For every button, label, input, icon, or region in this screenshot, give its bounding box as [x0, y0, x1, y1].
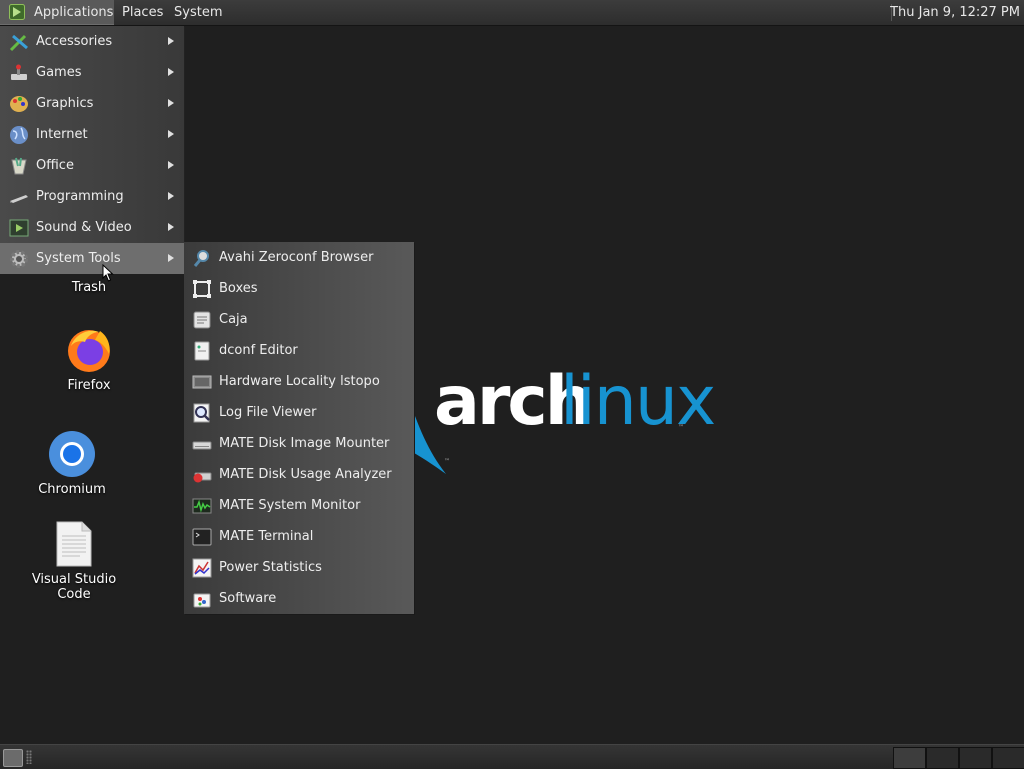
submenu-item-label: Boxes	[219, 281, 258, 296]
office-icon	[11, 157, 27, 175]
submenu-item-label: Hardware Locality lstopo	[219, 374, 380, 389]
mate-logo-icon	[9, 4, 25, 20]
places-menu-button[interactable]: Places	[122, 0, 163, 25]
applications-menu-button[interactable]: Applications	[0, 0, 114, 25]
internet-globe-icon	[10, 126, 28, 144]
submenu-item-label: MATE Disk Image Mounter	[219, 436, 390, 451]
submenu-arrow-icon	[168, 130, 174, 138]
avahi-icon	[193, 250, 209, 267]
menu-item-label: Office	[36, 158, 74, 173]
hardware-icon	[192, 375, 212, 389]
system-tools-gear-icon	[10, 250, 28, 268]
desktop-icon-chromium[interactable]: Chromium	[12, 430, 132, 497]
chromium-icon	[48, 430, 96, 478]
system-monitor-icon	[192, 498, 212, 514]
desktop-icon-firefox[interactable]: Firefox	[29, 326, 149, 393]
menu-item-games[interactable]: Games	[0, 57, 184, 88]
desktop-icon-visual-studio-code[interactable]: Visual Studio Code	[14, 520, 134, 602]
dconf-editor-icon	[194, 341, 210, 361]
submenu-item-power-statistics[interactable]: Power Statistics	[184, 552, 414, 583]
games-icon	[11, 64, 27, 80]
submenu-item-dconf-editor[interactable]: dconf Editor	[184, 335, 414, 366]
submenu-item-boxes[interactable]: Boxes	[184, 273, 414, 304]
submenu-item-label: Caja	[219, 312, 248, 327]
top-panel: Applications Places System Thu Jan 9, 12…	[0, 0, 1024, 26]
submenu-arrow-icon	[168, 223, 174, 231]
menu-item-accessories[interactable]: Accessories	[0, 26, 184, 57]
system-menu-button[interactable]: System	[174, 0, 222, 25]
submenu-item-caja[interactable]: Caja	[184, 304, 414, 335]
desktop-icon-trash[interactable]: Trash	[29, 276, 149, 295]
submenu-arrow-icon	[168, 99, 174, 107]
applications-label: Applications	[34, 5, 114, 20]
menu-item-programming[interactable]: Programming	[0, 181, 184, 212]
submenu-item-mate-disk-usage-analyzer[interactable]: MATE Disk Usage Analyzer	[184, 459, 414, 490]
menu-item-system-tools[interactable]: System Tools	[0, 243, 184, 274]
submenu-item-label: Software	[219, 591, 277, 606]
applications-dropdown-menu: Accessories Games Graphics Internet Offi…	[0, 26, 184, 274]
submenu-arrow-icon	[168, 192, 174, 200]
menu-item-graphics[interactable]: Graphics	[0, 88, 184, 119]
desktop-icon-label: Firefox	[67, 378, 111, 393]
document-icon	[50, 520, 98, 568]
linux-logo-text: linux	[560, 362, 716, 441]
terminal-icon	[192, 528, 212, 546]
workspace-3[interactable]	[959, 747, 992, 769]
boxes-icon	[193, 280, 211, 298]
menu-item-label: Accessories	[36, 34, 113, 49]
programming-icon	[10, 195, 28, 203]
menu-item-label: Games	[36, 65, 82, 80]
workspace-2[interactable]	[926, 747, 959, 769]
graphics-icon	[10, 96, 28, 112]
submenu-item-label: Log File Viewer	[219, 405, 317, 420]
software-icon	[193, 593, 211, 608]
trademark-mark: ™	[444, 458, 450, 465]
clock[interactable]: Thu Jan 9, 12:27 PM	[882, 0, 1020, 25]
menu-item-office[interactable]: Office	[0, 150, 184, 181]
submenu-arrow-icon	[168, 254, 174, 262]
trademark-mark: ™	[678, 424, 684, 431]
arch-linux-wallpaper-logo: arch linux ™ ™	[398, 356, 716, 486]
power-statistics-icon	[192, 558, 212, 578]
caja-file-manager-icon	[193, 311, 211, 329]
disk-usage-icon	[193, 472, 212, 483]
submenu-item-mate-disk-image-mounter[interactable]: MATE Disk Image Mounter	[184, 428, 414, 459]
sound-video-icon	[9, 219, 29, 237]
desktop-icon-label: Trash	[71, 280, 107, 295]
submenu-item-software[interactable]: Software	[184, 583, 414, 614]
menu-item-label: Sound & Video	[36, 220, 132, 235]
submenu-item-mate-system-monitor[interactable]: MATE System Monitor	[184, 490, 414, 521]
submenu-item-label: MATE Disk Usage Analyzer	[219, 467, 392, 482]
submenu-item-avahi-zeroconf-browser[interactable]: Avahi Zeroconf Browser	[184, 242, 414, 273]
menu-item-label: Programming	[36, 189, 124, 204]
submenu-item-log-file-viewer[interactable]: Log File Viewer	[184, 397, 414, 428]
menu-item-label: Graphics	[36, 96, 94, 111]
system-tools-submenu: Avahi Zeroconf Browser Boxes Caja dconf …	[184, 242, 414, 614]
submenu-arrow-icon	[168, 37, 174, 45]
workspace-1[interactable]	[893, 747, 926, 769]
disk-mounter-icon	[192, 441, 212, 450]
submenu-item-mate-terminal[interactable]: MATE Terminal	[184, 521, 414, 552]
bottom-panel	[0, 744, 1024, 769]
log-viewer-icon	[193, 403, 210, 423]
firefox-icon	[65, 326, 113, 374]
submenu-item-label: MATE Terminal	[219, 529, 314, 544]
mouse-cursor-icon	[102, 264, 114, 282]
menu-item-label: Internet	[36, 127, 88, 142]
submenu-arrow-icon	[168, 68, 174, 76]
desktop-icon-label: Visual Studio Code	[31, 572, 117, 602]
submenu-item-label: MATE System Monitor	[219, 498, 361, 513]
workspace-4[interactable]	[992, 747, 1024, 769]
desktop-icon-label: Chromium	[38, 482, 106, 497]
show-desktop-icon[interactable]	[3, 749, 23, 767]
submenu-arrow-icon	[168, 161, 174, 169]
menu-item-internet[interactable]: Internet	[0, 119, 184, 150]
submenu-item-hardware-locality-lstopo[interactable]: Hardware Locality lstopo	[184, 366, 414, 397]
submenu-item-label: dconf Editor	[219, 343, 298, 358]
submenu-item-label: Power Statistics	[219, 560, 322, 575]
submenu-item-label: Avahi Zeroconf Browser	[219, 250, 374, 265]
menu-item-sound-video[interactable]: Sound & Video	[0, 212, 184, 243]
accessories-icon	[9, 34, 28, 52]
panel-drag-handle[interactable]	[26, 750, 32, 764]
